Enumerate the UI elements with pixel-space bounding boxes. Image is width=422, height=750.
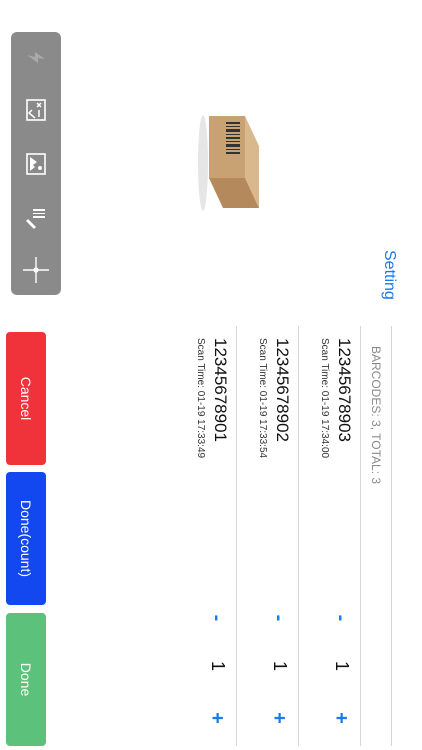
done-count-button[interactable]: Done(count) xyxy=(6,472,46,605)
decrement-button[interactable]: - xyxy=(329,608,352,628)
barcode-list: BARCODES: 3, TOTAL: 3 12345678903 Scan T… xyxy=(177,326,392,746)
increment-button[interactable]: + xyxy=(205,708,228,728)
list-item: 12345678902 Scan Time: 01-19 17:33:54 - … xyxy=(239,326,299,746)
done-button[interactable]: Done xyxy=(6,613,46,746)
package-image xyxy=(197,108,267,218)
barcode-edit-icon[interactable] xyxy=(20,202,52,234)
list-item: 12345678903 Scan Time: 01-19 17:34:00 - … xyxy=(301,326,361,746)
crosshair-icon[interactable] xyxy=(20,254,52,286)
scan-time: Scan Time: 01-19 17:33:54 xyxy=(257,338,268,459)
setting-link[interactable]: Setting xyxy=(376,250,402,300)
scan-time: Scan Time: 01-19 17:33:49 xyxy=(195,338,206,459)
manual-entry-icon[interactable] xyxy=(20,94,52,126)
barcode-value: 12345678902 xyxy=(273,338,292,443)
barcode-value: 12345678903 xyxy=(335,338,354,443)
cancel-button[interactable]: Cancel xyxy=(6,332,46,465)
decrement-button[interactable]: - xyxy=(205,608,228,628)
increment-button[interactable]: + xyxy=(329,708,352,728)
quantity-value: 1 xyxy=(208,660,228,671)
quantity-value: 1 xyxy=(270,660,290,671)
increment-button[interactable]: + xyxy=(267,708,290,728)
image-scan-icon[interactable] xyxy=(20,148,52,180)
list-item: 12345678901 Scan Time: 01-19 17:33:49 - … xyxy=(177,326,237,746)
scanner-screen: Setting BARCODES: 3, TOTAL: 3 1234567890… xyxy=(0,0,422,750)
barcode-value: 12345678901 xyxy=(211,338,230,443)
scan-toolbar xyxy=(11,32,61,295)
decrement-button[interactable]: - xyxy=(267,608,290,628)
barcode-summary: BARCODES: 3, TOTAL: 3 xyxy=(369,346,383,485)
quantity-value: 1 xyxy=(332,660,352,671)
scan-time: Scan Time: 01-19 17:34:00 xyxy=(319,338,330,459)
flash-icon[interactable] xyxy=(20,42,52,74)
